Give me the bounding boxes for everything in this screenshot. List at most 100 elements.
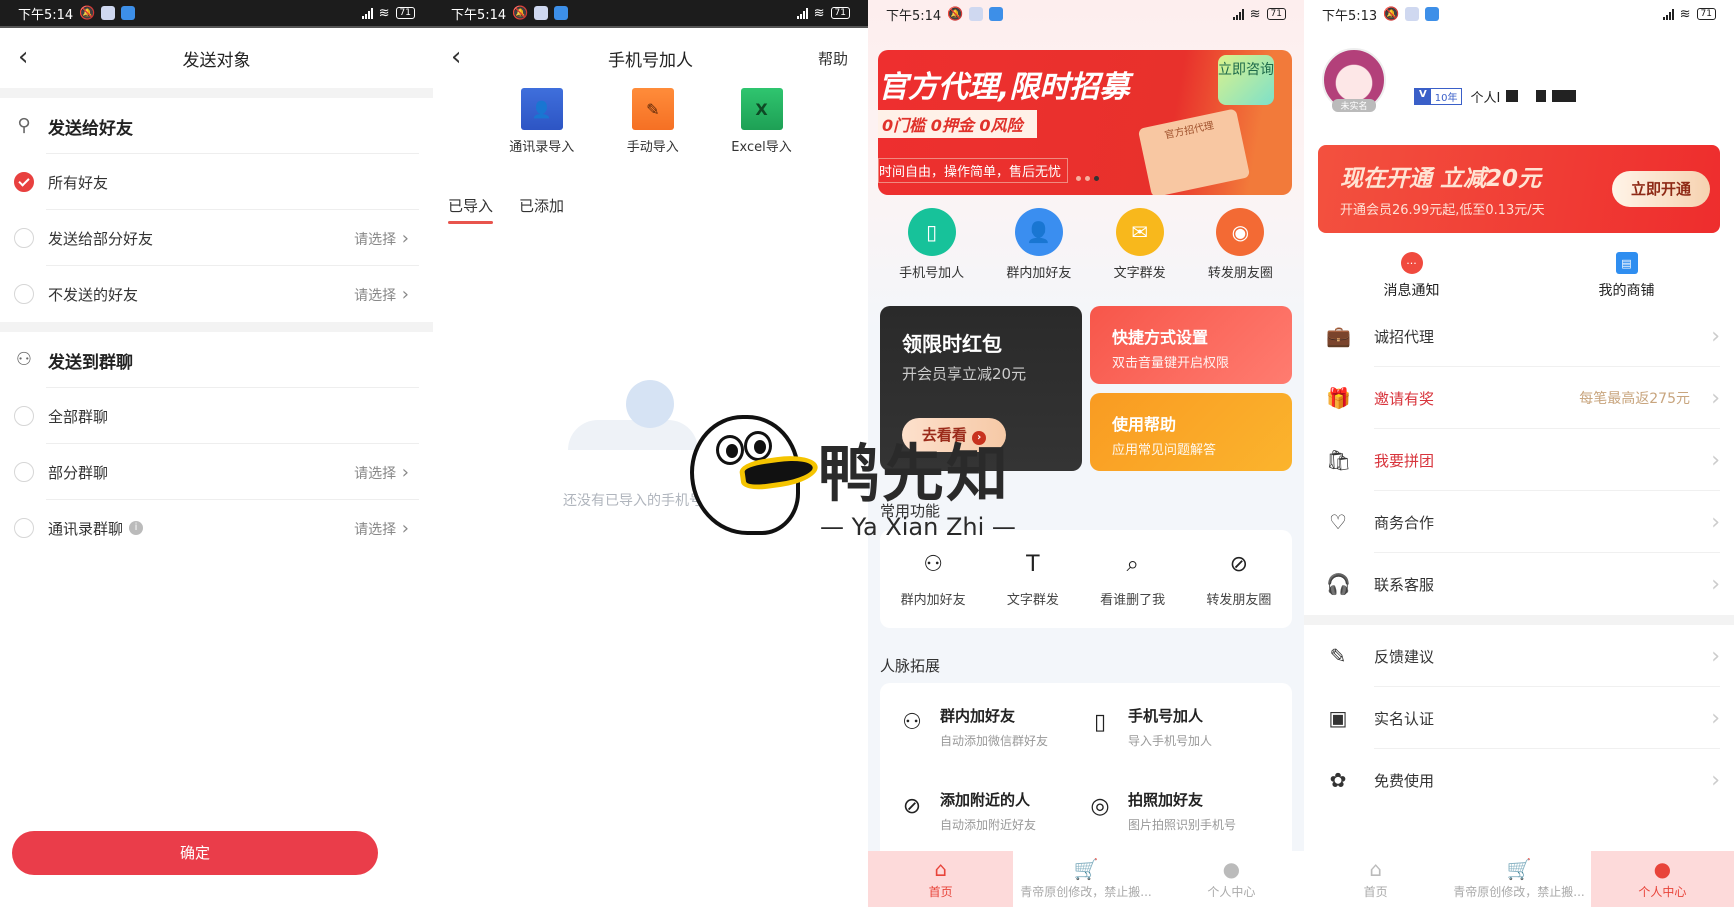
agent-recruit-banner[interactable]: 官方代理,限时招募 0门槛 0押金 0风险 时间自由，操作简单，售后无忧 官方招… (878, 50, 1292, 195)
menu-item-label: 免费使用 (1374, 771, 1435, 790)
option-label: 不发送的好友 (48, 285, 139, 304)
quick-action[interactable]: 👤 群内加好友 (1006, 208, 1071, 281)
avatar[interactable]: 未实名 (1322, 48, 1386, 112)
confirm-button[interactable]: 确定 (12, 831, 378, 875)
back-icon[interactable]: ‹ (451, 44, 461, 70)
excel-import-button[interactable]: X Excel导入 (731, 88, 792, 155)
app-notification-icon (121, 6, 136, 20)
chevron-right-icon: › (1711, 643, 1720, 669)
option-row[interactable]: 全部群聊 (0, 388, 433, 444)
person-icon: ● (1653, 857, 1672, 881)
menu-item-label: 邀请有奖 (1374, 389, 1435, 408)
quick-action[interactable]: ◉ 转发朋友圈 (1208, 208, 1273, 281)
tab-profile[interactable]: ● 个人中心 (1159, 851, 1304, 907)
battery-icon: 71 (1266, 8, 1286, 20)
bottom-tab-bar: ⌂ 首页 🛒 青帝原创修改，禁止搬... ● 个人中心 (1304, 851, 1734, 907)
menu-item[interactable]: 🎁 邀请有奖 每笔最高返275元 › (1304, 367, 1734, 429)
home-screen: 下午5:14 🔕 ≋ 71 官方代理,限时招募 0门槛 0押金 0风险 时间自由，操… (868, 0, 1304, 907)
network-item[interactable]: ⊘ 添加附近的人 自动添加附近好友 (898, 789, 1036, 833)
network-item-title: 添加附近的人 (940, 791, 1031, 809)
select-link[interactable]: 请选择 (354, 462, 409, 483)
option-row[interactable]: 发送给部分好友 请选择 (0, 210, 433, 266)
menu-item[interactable]: 💼 诚招代理 › (1304, 305, 1734, 367)
status-time: 下午5:14 (18, 7, 74, 23)
radio-checked-icon[interactable] (14, 172, 34, 192)
radio-unchecked-icon[interactable] (14, 518, 34, 538)
handshake-heart-icon: ♡ (1329, 510, 1347, 534)
function-label: 群内加好友 (900, 592, 966, 608)
page-title: 发送对象 (182, 50, 251, 71)
tab-home[interactable]: ⌂ 首页 (1304, 851, 1447, 907)
app-notification-icon (1405, 7, 1420, 21)
tab-shop[interactable]: 🛒 青帝原创修改，禁止搬... (1013, 851, 1158, 907)
menu-item[interactable]: ♡ 商务合作 › (1304, 491, 1734, 553)
go-see-button[interactable]: 去看看 › (902, 418, 1006, 452)
carousel-dot[interactable] (1076, 176, 1081, 181)
vip-years: 10年 (1434, 93, 1458, 104)
network-item[interactable]: ▯ 手机号加人 导入手机号加人 (1086, 705, 1212, 749)
manual-import-button[interactable]: ✎ 手动导入 (627, 88, 679, 155)
radio-unchecked-icon[interactable] (14, 406, 34, 426)
common-function[interactable]: ⊘ 转发朋友圈 (1206, 551, 1271, 608)
vip-promo-banner[interactable]: 现在开通 立减20元 开通会员26.99元起,低至0.13元/天 立即开通 (1318, 145, 1720, 233)
my-shop-button[interactable]: ▤ 我的商铺 (1599, 252, 1655, 300)
common-function[interactable]: ⌕ 看谁删了我 (1100, 551, 1165, 608)
unverified-badge: 未实名 (1332, 99, 1376, 112)
empty-text: 还没有已导入的手机号 (563, 493, 703, 509)
quick-action[interactable]: ▯ 手机号加人 (899, 208, 964, 281)
card-subtitle: 应用常见问题解答 (1112, 443, 1217, 458)
shopping-bag-icon: 🛍 (1326, 448, 1352, 472)
radio-unchecked-icon[interactable] (14, 284, 34, 304)
menu-item[interactable]: ✿ 免费使用 › (1304, 749, 1734, 811)
tab-added[interactable]: 已添加 (519, 195, 564, 224)
menu-item[interactable]: 🛍 我要拼团 › (1304, 429, 1734, 491)
network-item-subtitle: 导入手机号加人 (1128, 734, 1213, 748)
quick-action[interactable]: ✉ 文字群发 (1114, 208, 1166, 281)
menu-item[interactable]: 🎧 联系客服 › (1304, 553, 1734, 615)
shortcut-settings-card[interactable]: 快捷方式设置 双击音量键开启权限 (1090, 306, 1292, 384)
radio-unchecked-icon[interactable] (14, 228, 34, 248)
network-item[interactable]: ⚇ 群内加好友 自动添加微信群好友 (898, 705, 1048, 749)
group-icon: ⚇ (15, 349, 33, 370)
option-row[interactable]: 部分群聊 请选择 (0, 444, 433, 500)
tab-shop[interactable]: 🛒 青帝原创修改，禁止搬... (1447, 851, 1590, 907)
menu-item[interactable]: ✎ 反馈建议 › (1304, 625, 1734, 687)
tab-imported[interactable]: 已导入 (448, 195, 494, 224)
option-row[interactable]: 通讯录群聊 i 请选择 (0, 500, 433, 556)
open-vip-button[interactable]: 立即开通 (1612, 171, 1710, 207)
select-link[interactable]: 请选择 (354, 518, 409, 539)
network-item[interactable]: ◎ 拍照加好友 图片拍照识别手机号 (1086, 789, 1236, 833)
radio-unchecked-icon[interactable] (14, 462, 34, 482)
banner-tags: 0门槛 0押金 0风险 (878, 110, 1037, 138)
chevron-right-icon: › (1711, 323, 1720, 349)
network-item-title: 手机号加人 (1128, 707, 1204, 725)
phone-icon: ▯ (907, 208, 956, 256)
consult-button[interactable]: 立即咨询 (1218, 55, 1274, 105)
contacts-import-button[interactable]: 👤 通讯录导入 (509, 88, 574, 155)
tab-label: 首页 (928, 885, 953, 899)
network-item-title: 拍照加好友 (1128, 791, 1204, 809)
vip-tag: V (1415, 89, 1431, 104)
common-function[interactable]: T 文字群发 (1007, 551, 1059, 608)
tab-profile[interactable]: ● 个人中心 (1590, 851, 1734, 907)
tab-home[interactable]: ⌂ 首页 (868, 851, 1014, 907)
carousel-dot[interactable] (1094, 176, 1099, 181)
back-icon[interactable]: ‹ (18, 44, 28, 70)
select-link[interactable]: 请选择 (354, 228, 409, 249)
tab-label: 青帝原创修改，禁止搬... (1020, 885, 1152, 899)
phone-add-screen: 下午5:14 🔕 ≋ 71 ‹ 手机号加人 帮助 👤 通讯录导入 ✎ 手动导入 X … (433, 0, 868, 907)
option-row[interactable]: 不发送的好友 请选择 (0, 266, 433, 322)
carousel-dot[interactable] (1085, 176, 1090, 181)
help-link[interactable]: 帮助 (818, 48, 848, 69)
menu-item[interactable]: ▣ 实名认证 › (1304, 687, 1734, 749)
select-link[interactable]: 请选择 (354, 284, 409, 305)
option-row[interactable]: 所有好友 (0, 154, 433, 210)
help-card[interactable]: 使用帮助 应用常见问题解答 (1090, 393, 1292, 471)
info-icon[interactable]: i (129, 521, 144, 535)
promo-cards: 领限时红包 开会员享立减20元 去看看 › 快捷方式设置 双击音量键开启权限 使… (880, 306, 1292, 471)
red-packet-card[interactable]: 领限时红包 开会员享立减20元 去看看 › (880, 306, 1082, 471)
briefcase-icon: 💼 (1326, 324, 1351, 348)
message-notification-button[interactable]: ··· 消息通知 (1384, 252, 1440, 300)
nav-bar: ‹ 手机号加人 帮助 (433, 28, 868, 88)
common-function[interactable]: ⚇ 群内加好友 (901, 551, 966, 608)
